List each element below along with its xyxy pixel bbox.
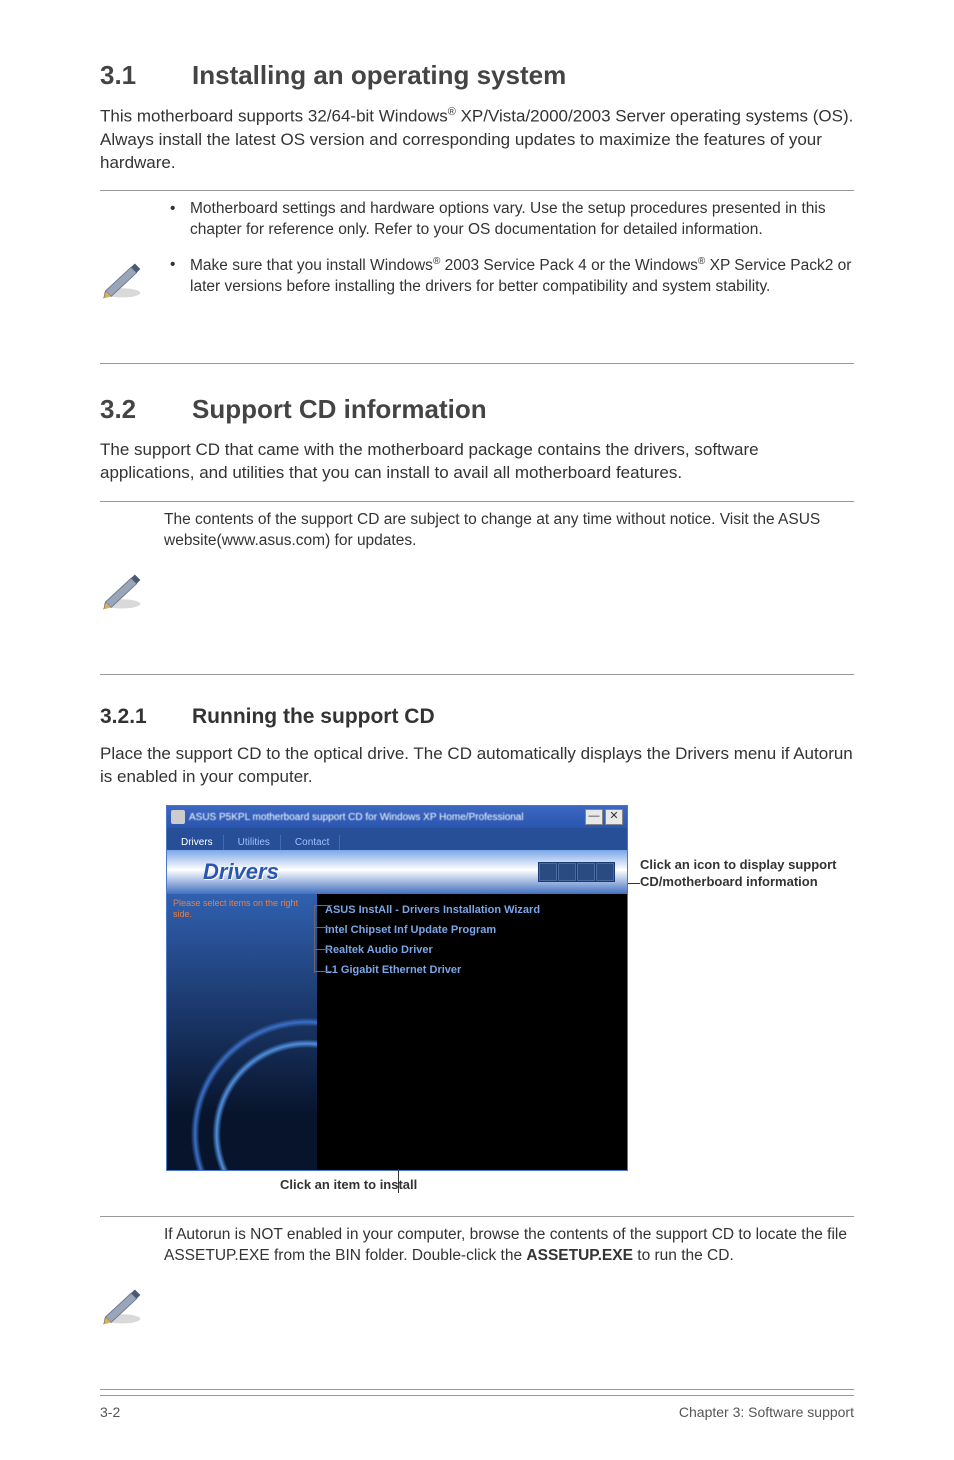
section-3-2-body: The support CD that came with the mother… xyxy=(100,439,854,485)
section-3-2-1-num: 3.2.1 xyxy=(100,705,192,729)
tab-drivers[interactable]: Drivers xyxy=(171,835,224,850)
section-3-2-1-title: Running the support CD xyxy=(192,705,435,728)
pencil-note-icon xyxy=(100,1231,144,1381)
footer-page-num: 3-2 xyxy=(100,1404,120,1420)
tab-contact[interactable]: Contact xyxy=(285,835,340,850)
left-prompt: Please select items on the right side. xyxy=(167,894,317,924)
window-app-icon xyxy=(171,810,185,824)
driver-item-audio[interactable]: Realtek Audio Driver xyxy=(325,940,619,960)
support-cd-window: ASUS P5KPL motherboard support CD for Wi… xyxy=(166,805,628,1171)
left-pane: Please select items on the right side. xyxy=(167,894,317,1170)
note-3-1-item-1: Motherboard settings and hardware option… xyxy=(162,199,854,241)
tab-bar: Drivers Utilities Contact xyxy=(167,828,627,850)
callout-right-text: Click an icon to display support CD/moth… xyxy=(640,857,880,891)
item-callout-bracket xyxy=(314,899,334,989)
banner-info-icon[interactable] xyxy=(558,863,576,881)
footer-chapter: Chapter 3: Software support xyxy=(679,1404,854,1420)
page-footer: 3-2 Chapter 3: Software support xyxy=(100,1395,854,1420)
banner-disc-icon[interactable] xyxy=(539,863,557,881)
section-3-2-1-heading: 3.2.1Running the support CD xyxy=(100,705,854,729)
driver-item-chipset[interactable]: Intel Chipset Inf Update Program xyxy=(325,920,619,940)
section-3-1-heading: 3.1Installing an operating system xyxy=(100,60,854,91)
content-area: Please select items on the right side. A… xyxy=(167,894,627,1170)
callout-bottom-line xyxy=(398,1169,399,1193)
section-3-1-num: 3.1 xyxy=(100,60,192,91)
banner-area: Drivers xyxy=(167,850,627,894)
callout-bottom-text: Click an item to install xyxy=(280,1177,854,1192)
section-3-2-num: 3.2 xyxy=(100,394,192,425)
window-titlebar: ASUS P5KPL motherboard support CD for Wi… xyxy=(167,806,627,828)
section-3-2-1-body: Place the support CD to the optical driv… xyxy=(100,743,854,789)
note-block-autorun: If Autorun is NOT enabled in your comput… xyxy=(100,1216,854,1390)
pencil-note-icon xyxy=(100,205,144,355)
section-3-2-title: Support CD information xyxy=(192,394,487,424)
callout-right-line xyxy=(628,883,640,884)
banner-icons-group xyxy=(538,862,615,882)
section-3-1-title: Installing an operating system xyxy=(192,60,566,90)
tab-utilities[interactable]: Utilities xyxy=(228,835,281,850)
decorative-swoosh xyxy=(167,990,317,1170)
note-3-1-item-2: Make sure that you install Windows® 2003… xyxy=(162,255,854,298)
window-close-button[interactable]: ✕ xyxy=(605,809,623,825)
note-block-3-2: The contents of the support CD are subje… xyxy=(100,501,854,675)
banner-title: Drivers xyxy=(203,859,279,885)
note-block-3-1: Motherboard settings and hardware option… xyxy=(100,190,854,364)
window-minimize-button[interactable]: — xyxy=(585,809,603,825)
driver-list-pane: ASUS InstAll - Drivers Installation Wiza… xyxy=(317,894,627,1170)
note-3-2-text: The contents of the support CD are subje… xyxy=(162,510,854,552)
section-3-2-heading: 3.2Support CD information xyxy=(100,394,854,425)
autorun-note-text: If Autorun is NOT enabled in your comput… xyxy=(162,1225,854,1267)
pencil-note-icon xyxy=(100,516,144,666)
screenshot-figure: ASUS P5KPL motherboard support CD for Wi… xyxy=(166,805,926,1171)
driver-item-installall[interactable]: ASUS InstAll - Drivers Installation Wiza… xyxy=(325,900,619,920)
banner-mb-icon[interactable] xyxy=(577,863,595,881)
window-title: ASUS P5KPL motherboard support CD for Wi… xyxy=(189,812,524,823)
section-3-1-body: This motherboard supports 32/64-bit Wind… xyxy=(100,105,854,174)
driver-item-ethernet[interactable]: L1 Gigabit Ethernet Driver xyxy=(325,960,619,980)
banner-list-icon[interactable] xyxy=(596,863,614,881)
